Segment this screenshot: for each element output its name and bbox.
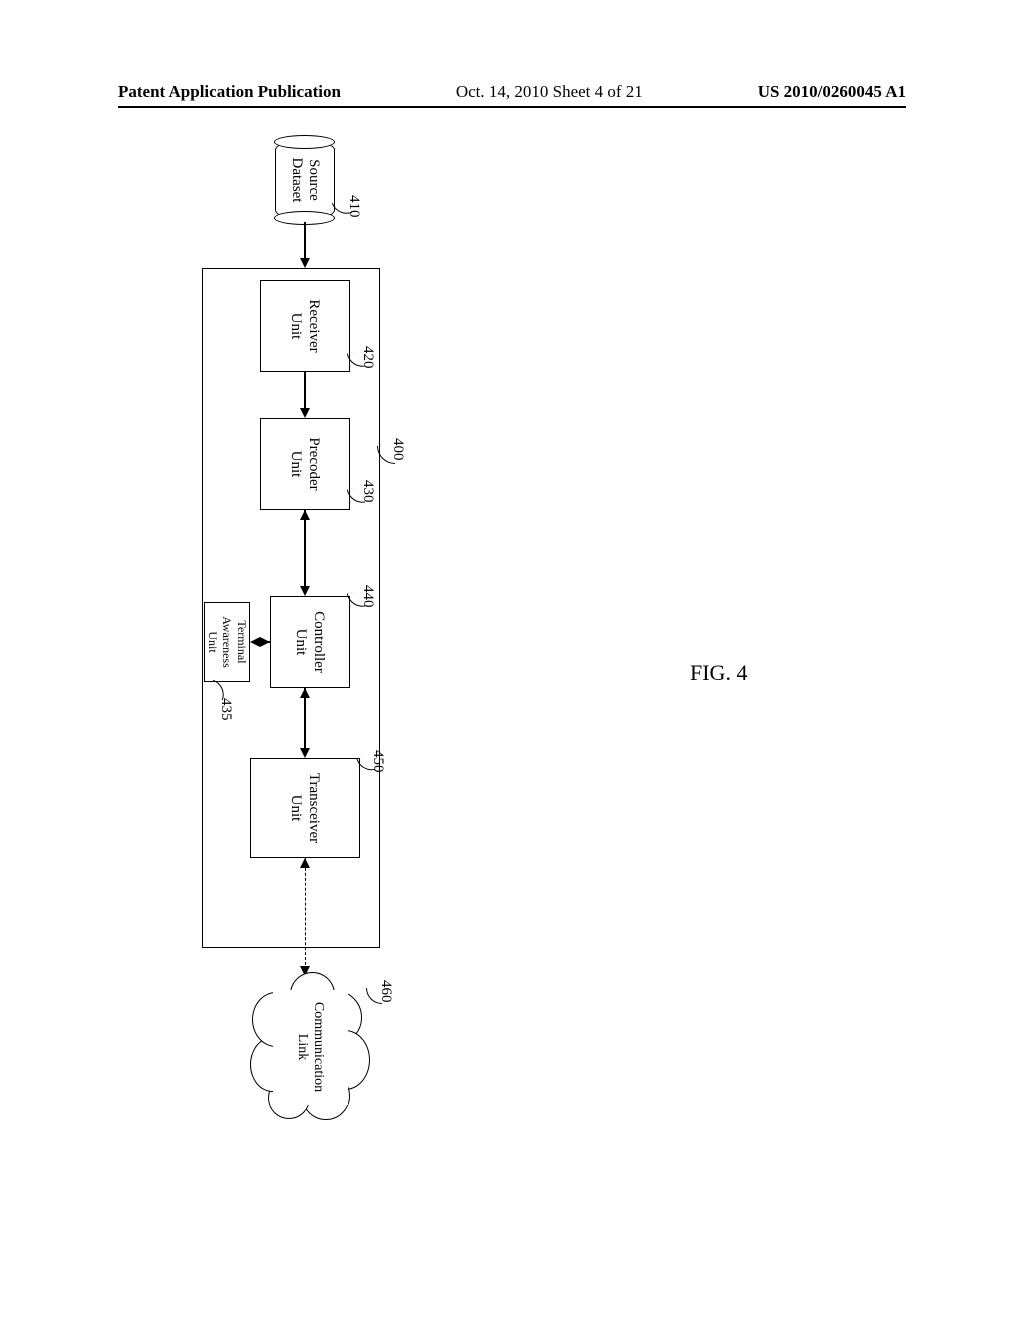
- precoder-unit-label: Precoder Unit: [287, 437, 323, 490]
- arrowhead-controller-transceiver-l: [300, 688, 310, 698]
- transceiver-unit-box: Transceiver Unit: [250, 758, 360, 858]
- arrowhead-controller-terminal-u: [260, 637, 270, 647]
- arrowhead-precoder-controller-r: [300, 586, 310, 596]
- receiver-unit-box: Receiver Unit: [260, 280, 350, 372]
- arrowhead-source-receiver: [300, 258, 310, 268]
- controller-unit-label: Controller Unit: [292, 611, 328, 673]
- figure-label: FIG. 4: [690, 660, 747, 686]
- communication-link-label: Communication Link: [250, 972, 370, 1122]
- communication-link-cloud: Communication Link: [250, 972, 370, 1122]
- receiver-unit-label: Receiver Unit: [287, 299, 323, 352]
- ref-435: 435: [217, 698, 234, 721]
- dashed-arrow-transceiver-cloud: [305, 858, 306, 970]
- diagram-rotated: Source Dataset 410 400 Receiver Unit 420…: [200, 140, 420, 1160]
- page-header: Patent Application Publication Oct. 14, …: [118, 82, 906, 108]
- header-left: Patent Application Publication: [118, 82, 341, 102]
- transceiver-unit-label: Transceiver Unit: [287, 773, 323, 843]
- source-dataset-cylinder: Source Dataset: [275, 140, 335, 220]
- arrowhead-dashed-l: [300, 858, 310, 868]
- header-right: US 2010/0260045 A1: [758, 82, 906, 102]
- arrowhead-controller-terminal-d: [250, 637, 260, 647]
- controller-unit-box: Controller Unit: [270, 596, 350, 688]
- terminal-awareness-unit-label: Terminal Awareness Unit: [205, 616, 248, 668]
- arrowhead-receiver-precoder: [300, 408, 310, 418]
- arrow-receiver-precoder: [305, 372, 307, 412]
- header-mid: Oct. 14, 2010 Sheet 4 of 21: [456, 82, 643, 102]
- arrow-precoder-controller: [305, 510, 307, 590]
- source-dataset-label: Source Dataset: [276, 141, 334, 219]
- arrow-source-receiver: [305, 222, 307, 262]
- precoder-unit-box: Precoder Unit: [260, 418, 350, 510]
- terminal-awareness-unit-box: Terminal Awareness Unit: [204, 602, 250, 682]
- arrowhead-controller-transceiver-r: [300, 748, 310, 758]
- arrowhead-precoder-controller-l: [300, 510, 310, 520]
- diagram: Source Dataset 410 400 Receiver Unit 420…: [200, 140, 420, 1160]
